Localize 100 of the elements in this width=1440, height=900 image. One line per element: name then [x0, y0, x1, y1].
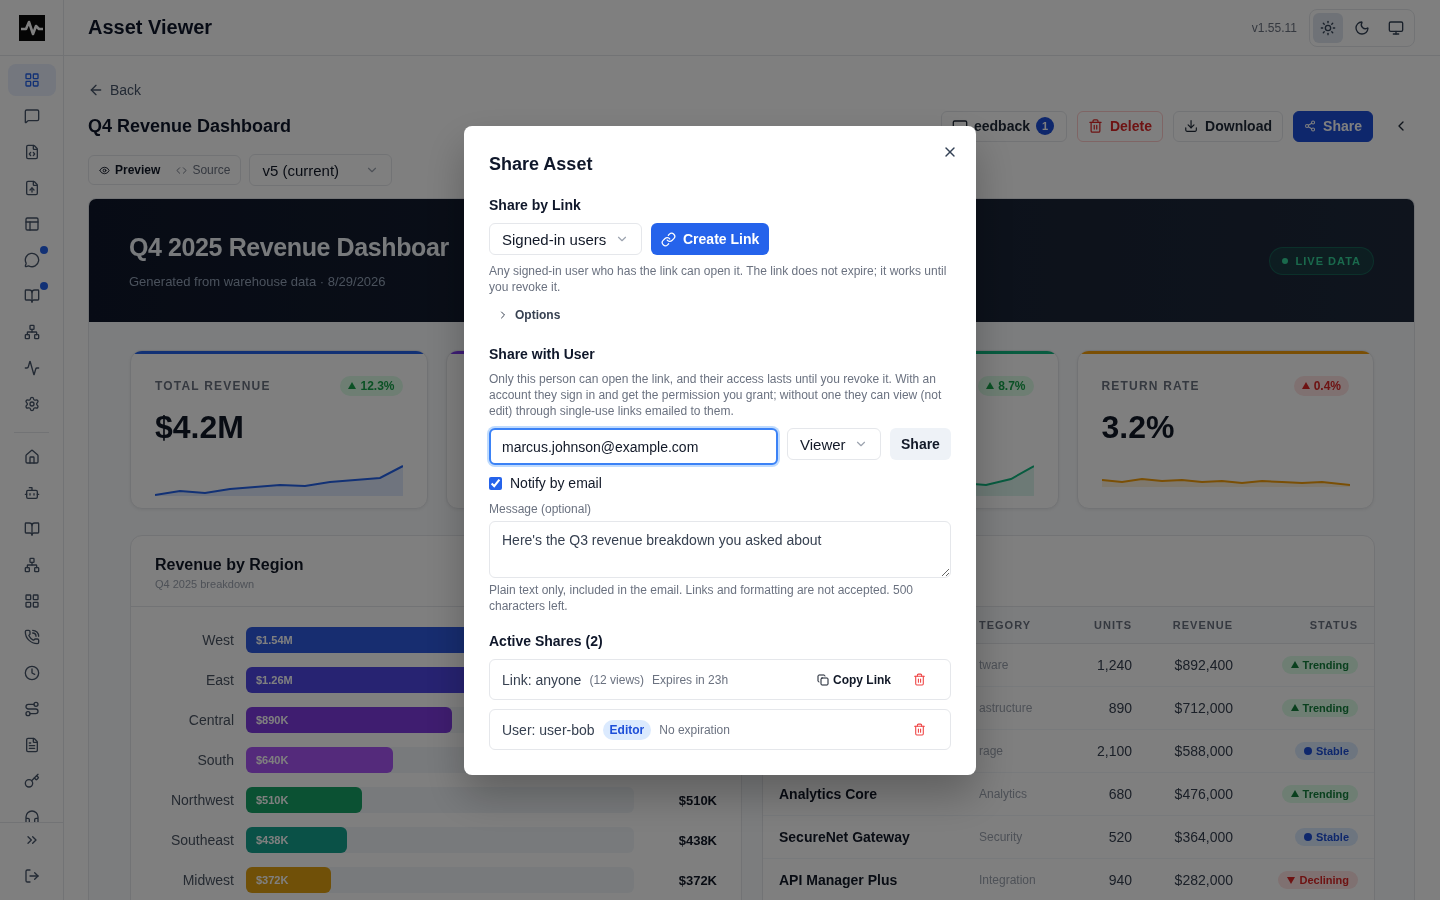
theme-button[interactable]	[1313, 12, 1343, 43]
delta-badge: 8.7%	[978, 376, 1034, 396]
column-header: REVENUE	[1171, 619, 1233, 631]
region-bar: $510K	[246, 787, 363, 813]
message-field[interactable]: Here's the Q3 revenue breakdown you asked about	[489, 521, 951, 578]
region-name: Northwest	[169, 792, 234, 808]
app-title: Asset Viewer	[88, 16, 213, 39]
view-tab[interactable]: Source	[170, 159, 237, 181]
dot-icon	[1304, 833, 1312, 841]
product-name: API Manager Plus	[779, 872, 899, 888]
copy-icon	[817, 673, 829, 686]
options-toggle[interactable]: Options	[489, 307, 561, 323]
view-count: (12 views)	[589, 672, 645, 687]
page-title: Q4 Revenue Dashboard	[88, 115, 292, 137]
region-value: $510K	[677, 792, 717, 808]
email-field[interactable]: marcus.johnson@example.com	[489, 428, 778, 465]
book-icon	[24, 521, 40, 537]
expiry-text: No expiration	[659, 722, 730, 737]
share-title: User: user-bob	[502, 721, 595, 738]
settings-icon	[24, 396, 40, 412]
units-cell-text: 2,100	[1095, 743, 1132, 759]
delta-badge: 12.3%	[340, 376, 403, 396]
audience-select[interactable]: Signed-in users	[489, 223, 642, 255]
section-heading: Active Shares (2)	[489, 632, 604, 650]
logout-icon	[24, 868, 40, 884]
status-badge: Stable	[1295, 828, 1358, 846]
up-triangle-icon	[1290, 661, 1299, 669]
card-title: Revenue by Region	[155, 556, 304, 574]
trash-icon[interactable]	[913, 723, 926, 736]
share-icon	[1304, 118, 1317, 134]
units-cell-text: 1,240	[1095, 657, 1132, 673]
column-header: UNITS	[1093, 619, 1132, 631]
route-icon	[24, 701, 40, 717]
logo-icon	[18, 14, 45, 41]
moon-icon	[1354, 19, 1370, 36]
up-triangle-icon	[1290, 790, 1299, 798]
delete-button[interactable]: Delete	[1077, 110, 1163, 142]
region-name: East	[205, 672, 234, 688]
create-link-button[interactable]: Create Link	[651, 223, 770, 255]
chat-icon	[24, 108, 40, 124]
field-label: Message (optional)	[489, 501, 593, 517]
back-link[interactable]: Back	[88, 80, 142, 100]
grid-icon	[24, 593, 40, 609]
key-icon	[24, 773, 40, 789]
region-name: Midwest	[181, 872, 234, 888]
document-icon	[24, 737, 40, 753]
dot-icon	[1304, 747, 1312, 755]
trash-icon	[1088, 118, 1103, 134]
version-select[interactable]: v5 (current)	[249, 154, 393, 186]
expiry-text: Expires in 23h	[652, 672, 729, 687]
product-name: Analytics Core	[779, 786, 879, 802]
revenue-cell-text: $364,000	[1173, 829, 1233, 845]
status-badge: Trending	[1281, 656, 1358, 674]
share-button[interactable]: Share	[1293, 110, 1373, 142]
region-name: Central	[187, 712, 234, 728]
code-icon	[176, 164, 188, 176]
download-icon	[1184, 118, 1199, 134]
revenue-cell-text: $282,000	[1173, 872, 1233, 888]
notify-checkbox[interactable]	[489, 476, 502, 490]
units-cell-text: 890	[1107, 700, 1132, 716]
status-badge: Trending	[1281, 785, 1358, 803]
column-header: STATUS	[1308, 619, 1358, 631]
revenue-cell-text: $476,000	[1173, 786, 1233, 802]
kpi-label: RETURN RATE	[1101, 379, 1200, 393]
copy-link-button[interactable]: Copy Link	[817, 672, 891, 687]
layout-icon	[24, 216, 40, 232]
headphones-icon	[24, 809, 40, 822]
nav-item[interactable]	[8, 64, 56, 96]
region-value: $438K	[677, 832, 717, 848]
checkbox-label: Notify by email	[510, 475, 602, 491]
view-tab[interactable]: Preview	[93, 159, 167, 181]
phone-icon	[24, 629, 40, 645]
revenue-cell-text: $588,000	[1173, 743, 1233, 759]
status-badge: Declining	[1278, 871, 1358, 889]
share-button[interactable]: Share	[890, 428, 951, 460]
sun-icon	[1320, 19, 1336, 36]
down-triangle-icon	[1287, 876, 1296, 884]
kpi-value: $4.2M	[155, 409, 245, 447]
robot-icon	[24, 485, 40, 501]
book-icon	[24, 288, 40, 304]
hierarchy-icon	[24, 324, 40, 340]
banner-subtitle: Generated from warehouse data · 8/29/2026	[129, 273, 387, 289]
region-bar: $438K	[246, 827, 347, 853]
chat-icon	[951, 118, 968, 126]
revenue-cell-text: $892,400	[1173, 657, 1233, 673]
up-triangle-icon	[1290, 704, 1299, 712]
help-text: Only this person can open the link, and their access lasts until you revoke it. With an account they sign in and get the permission you grant; without one they can view (not edit) through single-use links emailed to them.	[489, 371, 943, 419]
up-triangle-icon	[348, 382, 357, 390]
units-cell-text: 940	[1107, 872, 1132, 888]
trash-icon[interactable]	[913, 673, 926, 686]
region-name: Southeast	[169, 832, 234, 848]
help-text: Plain text only, included in the email. Links and formatting are not accepted. 500 characters left.	[489, 582, 915, 614]
delta-badge: 0.4%	[1293, 376, 1349, 396]
role-select[interactable]: Viewer	[787, 428, 881, 460]
status-badge: Trending	[1281, 699, 1358, 717]
region-bar: $890K	[246, 707, 452, 733]
link-icon	[661, 231, 676, 247]
region-value: $372K	[677, 872, 717, 888]
download-button[interactable]: Download	[1173, 110, 1283, 142]
region-bar: $640K	[246, 747, 394, 773]
